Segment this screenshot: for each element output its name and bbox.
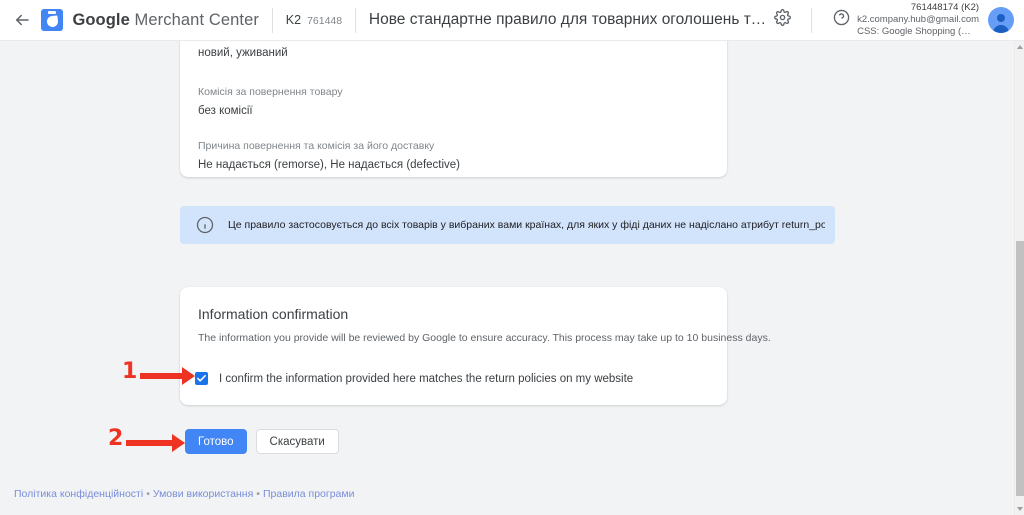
help-circle-icon bbox=[833, 9, 850, 31]
confirmation-checkbox-row[interactable]: I confirm the information provided here … bbox=[195, 372, 633, 385]
restocking-fee-value: без комісії bbox=[198, 105, 253, 117]
footer: Політика конфіденційності • Умови використ… bbox=[14, 488, 354, 500]
divider bbox=[355, 7, 356, 33]
confirm-checkbox[interactable] bbox=[195, 372, 208, 385]
return-reason-label: Причина повернення та комісія за його до… bbox=[198, 140, 435, 152]
gear-icon bbox=[773, 9, 791, 31]
scroll-up-arrow-icon[interactable] bbox=[1017, 45, 1023, 49]
confirm-checkbox-label[interactable]: I confirm the information provided here … bbox=[219, 373, 633, 385]
arrow-left-icon bbox=[13, 11, 31, 29]
brand-title-bold: Google bbox=[72, 10, 130, 29]
check-icon bbox=[196, 373, 207, 384]
scrollbar-thumb[interactable] bbox=[1016, 241, 1024, 496]
restocking-fee-label: Комісія за повернення товару bbox=[198, 86, 343, 98]
info-banner: Це правило застосовується до всіх товарі… bbox=[180, 206, 835, 244]
merchant-center-logo-icon bbox=[41, 9, 64, 31]
return-policy-details-card: новий, уживаний Комісія за повернення то… bbox=[180, 41, 727, 177]
info-banner-text: Це правило застосовується до всіх товарі… bbox=[228, 219, 825, 231]
main-content: новий, уживаний Комісія за повернення то… bbox=[0, 41, 1014, 515]
brand-title: Google Merchant Center bbox=[72, 11, 259, 30]
page-title: Нове стандартне правило для товарних ого… bbox=[368, 11, 766, 28]
settings-button[interactable] bbox=[766, 4, 798, 36]
annotation-step-2-arrow bbox=[126, 434, 185, 452]
back-button[interactable] bbox=[8, 3, 35, 37]
avatar[interactable] bbox=[988, 7, 1015, 33]
brand-logo-link[interactable]: Google Merchant Center bbox=[41, 9, 259, 31]
annotation-step-1-number: 1 bbox=[122, 359, 138, 384]
divider bbox=[271, 7, 273, 33]
account-name: K2 bbox=[285, 13, 302, 27]
cancel-button[interactable]: Скасувати bbox=[255, 429, 339, 454]
user-account-info: 761448174 (K2) k2.company.hub@gmail.com … bbox=[857, 2, 979, 38]
privacy-policy-link[interactable]: Політика конфіденційності bbox=[14, 488, 143, 500]
return-reason-value: Не надається (remorse), Не надається (de… bbox=[198, 159, 461, 171]
page-scrollbar[interactable] bbox=[1014, 41, 1024, 515]
information-confirmation-card: Information confirmation The information… bbox=[180, 287, 771, 405]
program-policies-link[interactable]: Правила програми bbox=[263, 488, 355, 500]
annotation-step-2-number: 2 bbox=[108, 426, 124, 451]
footer-separator: • bbox=[256, 488, 260, 500]
info-circle-icon bbox=[196, 216, 214, 234]
condition-value: новий, уживаний bbox=[198, 47, 288, 59]
action-buttons: Готово Скасувати bbox=[185, 429, 339, 454]
account-id: 761448 bbox=[307, 15, 343, 27]
account-selector[interactable]: K2 761448 bbox=[286, 13, 342, 27]
app-header: Google Merchant Center K2 761448 Нове ст… bbox=[0, 0, 1024, 41]
terms-of-use-link[interactable]: Умови використання bbox=[153, 488, 253, 500]
scroll-down-arrow-icon[interactable] bbox=[1017, 507, 1023, 511]
confirmation-subtitle: The information you provide will be revi… bbox=[198, 332, 771, 344]
brand-title-light: Merchant Center bbox=[129, 10, 259, 29]
user-email: k2.company.hub@gmail.com bbox=[857, 13, 980, 25]
help-button[interactable] bbox=[825, 4, 857, 36]
confirmation-title: Information confirmation bbox=[198, 306, 349, 322]
footer-separator: • bbox=[146, 488, 150, 500]
user-css: CSS: Google Shopping (googl… bbox=[857, 26, 975, 38]
divider bbox=[811, 7, 813, 33]
user-account-id: 761448174 (K2) bbox=[910, 1, 980, 13]
done-button[interactable]: Готово bbox=[185, 429, 247, 454]
